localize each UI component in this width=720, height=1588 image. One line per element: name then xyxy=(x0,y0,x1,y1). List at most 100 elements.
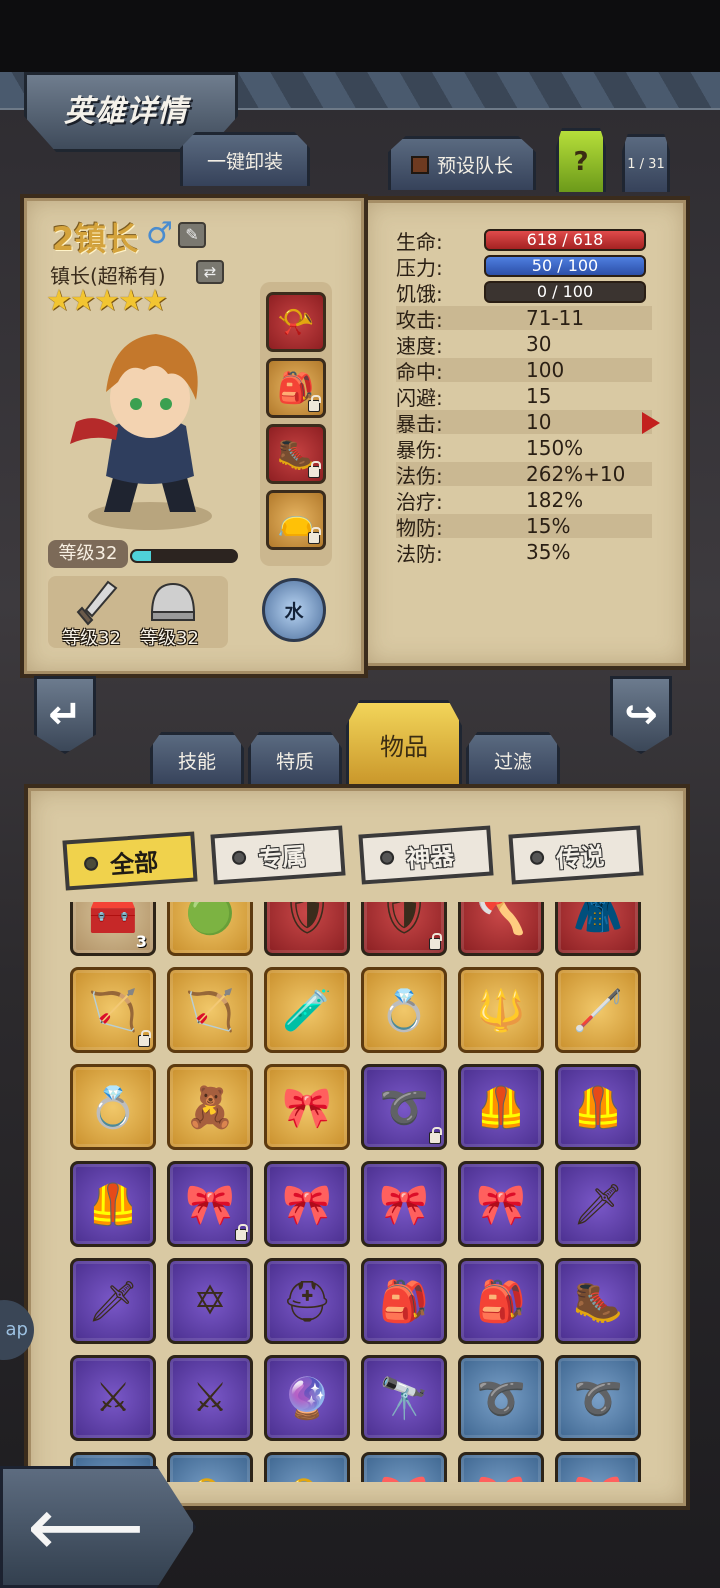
stat-value: 30 xyxy=(526,332,552,356)
inventory-item[interactable]: 🎀 xyxy=(361,1452,447,1482)
green-orb-icon: 🟢 xyxy=(185,902,235,937)
inventory-item[interactable]: 🎀 xyxy=(264,1161,350,1247)
inventory-item[interactable]: 🧪 xyxy=(264,967,350,1053)
inventory-item[interactable]: 📯 xyxy=(167,1452,253,1482)
inventory-item[interactable]: 🦺 xyxy=(555,1064,641,1150)
back-button[interactable]: ⟵ xyxy=(0,1466,196,1588)
lock-icon xyxy=(138,1030,151,1047)
unequip-all-button[interactable]: 一键卸装 xyxy=(180,132,310,186)
hero-page-counter-text: 1 / 31 xyxy=(627,157,665,172)
item-quantity: 3 xyxy=(135,932,147,951)
inventory-item[interactable]: 📯 xyxy=(264,1452,350,1482)
inventory-item[interactable]: 💍 xyxy=(70,1064,156,1150)
swap-class-icon[interactable]: ⇄ xyxy=(196,260,224,284)
inventory-item[interactable]: 🛡 xyxy=(264,902,350,956)
inventory-item[interactable]: ⛑ xyxy=(264,1258,350,1344)
inventory-item[interactable]: ✡ xyxy=(167,1258,253,1344)
inventory-item[interactable]: 🦺 xyxy=(70,1161,156,1247)
inventory-item[interactable]: 🦯 xyxy=(555,967,641,1053)
inventory-item[interactable]: 🔭 xyxy=(361,1355,447,1441)
stat-value: 262%+10 xyxy=(526,462,626,486)
inventory-item[interactable]: 🗡 xyxy=(555,1161,641,1247)
stat-value: 10 xyxy=(526,410,552,434)
help-icon: ? xyxy=(573,146,589,177)
stat-label: 暴伤: xyxy=(396,437,443,462)
helmet-icon[interactable] xyxy=(146,578,200,628)
stat-row: 攻击: 71-11 xyxy=(396,306,652,332)
equipment-slot[interactable]: 🥾 xyxy=(266,424,326,484)
category-exclusive-dot xyxy=(231,850,247,866)
ice-sword-icon: 🗡 xyxy=(87,1278,139,1325)
inventory-item[interactable]: 🎒 xyxy=(361,1258,447,1344)
inventory-item[interactable]: 🧥 xyxy=(555,902,641,956)
bow-icon: 🏹 xyxy=(185,987,235,1034)
category-all-dot xyxy=(83,856,99,872)
stat-value: 35% xyxy=(526,540,571,564)
inventory-item[interactable]: 🏹 xyxy=(70,967,156,1053)
inventory-item[interactable]: 🎀 xyxy=(458,1452,544,1482)
whip-icon: ➰ xyxy=(573,1375,623,1422)
stat-label: 攻击: xyxy=(396,307,443,332)
inventory-item[interactable]: ➰ xyxy=(555,1355,641,1441)
whip-icon: ➰ xyxy=(476,1375,526,1422)
preset-leader-button[interactable]: 预设队长 xyxy=(388,136,536,190)
equipment-slot[interactable]: 👝 xyxy=(266,490,326,550)
inventory-item[interactable]: 🎀 xyxy=(361,1161,447,1247)
hero-stars: ★★★★★ xyxy=(46,283,168,317)
equipment-slot[interactable]: 🎒 xyxy=(266,358,326,418)
inventory-item[interactable]: 🗡 xyxy=(70,1258,156,1344)
tab-traits-label: 特质 xyxy=(275,751,314,773)
inventory-item[interactable]: ➰ xyxy=(458,1355,544,1441)
tab-items[interactable]: 物品 xyxy=(346,700,462,786)
inventory-item[interactable]: 🔮 xyxy=(264,1355,350,1441)
edit-name-icon[interactable]: ✎ xyxy=(178,222,206,248)
inventory-item[interactable]: 🎀 xyxy=(167,1161,253,1247)
lock-icon xyxy=(308,461,321,478)
tab-filter[interactable]: 过滤 xyxy=(466,732,560,786)
preset-leader-checkbox[interactable] xyxy=(410,155,429,174)
inventory-item[interactable]: 🥾 xyxy=(555,1258,641,1344)
tab-skills[interactable]: 技能 xyxy=(150,732,244,786)
inventory-item[interactable]: ⚔ xyxy=(167,1355,253,1441)
dark-armor-icon: 🦺 xyxy=(88,1181,138,1228)
stat-row: 法伤: 262%+10 xyxy=(396,462,652,488)
stats-expand-arrow-icon[interactable] xyxy=(642,412,660,434)
inventory-item[interactable]: 🧰 3 xyxy=(70,902,156,956)
inventory-item[interactable]: 🎒 xyxy=(458,1258,544,1344)
equipment-slot[interactable]: 📯 xyxy=(266,292,326,352)
stat-row: 闪避: 15 xyxy=(396,384,652,410)
category-all[interactable]: 全部 xyxy=(62,831,198,891)
inventory-item[interactable]: 💍 xyxy=(361,967,447,1053)
male-gender-icon: ♂ xyxy=(146,216,173,251)
inventory-item[interactable]: 🪓 xyxy=(458,902,544,956)
preset-leader-label: 预设队长 xyxy=(436,155,513,177)
category-legendary[interactable]: 传说 xyxy=(508,825,644,885)
stat-row: 暴击: 10 xyxy=(396,410,652,436)
crystal-wand-icon: 🔮 xyxy=(282,1375,332,1422)
backpack-icon: 🎒 xyxy=(379,1278,429,1325)
category-artifact-dot xyxy=(379,850,395,866)
inventory-item[interactable]: 🟢 xyxy=(167,902,253,956)
help-button[interactable]: ? xyxy=(556,128,606,192)
category-artifact-label: 神器 xyxy=(405,841,456,873)
stress-bar: 50 / 100 xyxy=(484,255,646,277)
helmet-icon: ⛑ xyxy=(281,1278,333,1325)
hero-portrait[interactable] xyxy=(56,316,244,536)
sword-icon[interactable] xyxy=(74,578,122,628)
inventory-item[interactable]: 🧸 xyxy=(167,1064,253,1150)
category-exclusive[interactable]: 专属 xyxy=(210,825,346,885)
red-belt-icon: 🎀 xyxy=(282,1181,332,1228)
tab-traits[interactable]: 特质 xyxy=(248,732,342,786)
inventory-item[interactable]: 🎀 xyxy=(555,1452,641,1482)
inventory-item[interactable]: 🔱 xyxy=(458,967,544,1053)
inventory-item[interactable]: 🛡 xyxy=(361,902,447,956)
inventory-grid[interactable]: 🧰3 🟢 🛡 🛡 🪓 🧥 🏹 🏹 🧪 💍 🔱 🦯 💍 🧸 🎀 ➰ 🦺 🦺 🦺 🎀 🎀 🎀 🎀 🗡 🗡 ✡ ⛑ 🎒 🎒 🥾 ⚔ ⚔ 🔮 🔭 ➰ ➰ 🎀 📯 📯… xyxy=(66,902,658,1482)
inventory-item[interactable]: 🏹 xyxy=(167,967,253,1053)
element-water-badge[interactable]: 水 xyxy=(262,578,326,642)
inventory-item[interactable]: 🎀 xyxy=(458,1161,544,1247)
inventory-item[interactable]: 🦺 xyxy=(458,1064,544,1150)
inventory-item[interactable]: ⚔ xyxy=(70,1355,156,1441)
inventory-item[interactable]: 🎀 xyxy=(264,1064,350,1150)
category-artifact[interactable]: 神器 xyxy=(358,825,494,885)
inventory-item[interactable]: ➰ xyxy=(361,1064,447,1150)
